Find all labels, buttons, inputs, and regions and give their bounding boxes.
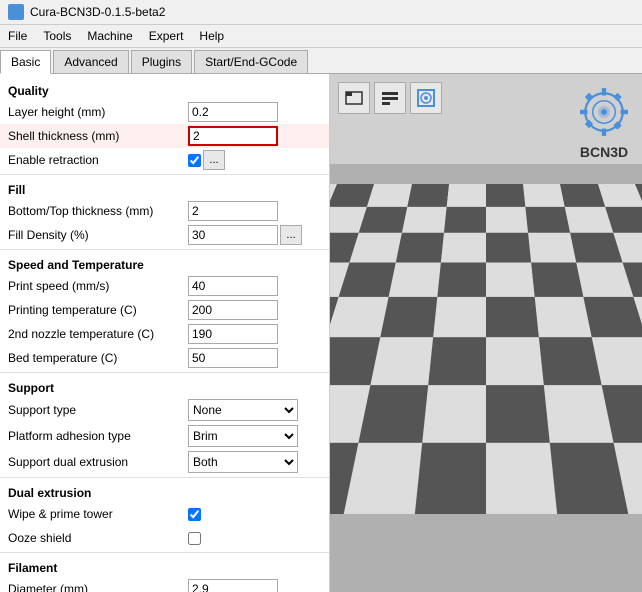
enable-retraction-row: Enable retraction ... [0, 148, 329, 172]
divider-5 [0, 552, 329, 553]
menu-bar: File Tools Machine Expert Help [0, 25, 642, 48]
logo-text: BCN3D [580, 144, 628, 160]
load-model-icon [344, 88, 364, 108]
support-dual-select[interactable]: Both First extruder Second extruder [188, 451, 298, 473]
divider-4 [0, 477, 329, 478]
app-icon [8, 4, 24, 20]
nozzle2-temp-row: 2nd nozzle temperature (C) [0, 322, 329, 346]
bottom-top-thickness-input[interactable] [188, 201, 278, 221]
bed-area [330, 164, 642, 592]
menu-expert[interactable]: Expert [141, 27, 192, 45]
support-dual-row: Support dual extrusion Both First extrud… [0, 449, 329, 475]
ooze-shield-checkbox[interactable] [188, 532, 201, 545]
support-dual-label: Support dual extrusion [8, 455, 188, 469]
fill-density-input[interactable] [188, 225, 278, 245]
checker-row [330, 337, 642, 385]
wipe-prime-label: Wipe & prime tower [8, 507, 188, 521]
checker-row [330, 385, 642, 443]
ooze-shield-label: Ooze shield [8, 531, 188, 545]
bed-temp-label: Bed temperature (C) [8, 351, 188, 365]
left-panel: Quality Layer height (mm) Shell thicknes… [0, 74, 330, 592]
ooze-shield-row: Ooze shield [0, 526, 329, 550]
menu-tools[interactable]: Tools [35, 27, 79, 45]
diameter-label: Diameter (mm) [8, 582, 188, 592]
bcn3d-logo-gear [574, 82, 634, 142]
printing-temp-label: Printing temperature (C) [8, 303, 188, 317]
tab-startend[interactable]: Start/End-GCode [194, 50, 308, 73]
title-bar: Cura-BCN3D-0.1.5-beta2 [0, 0, 642, 25]
platform-adhesion-row: Platform adhesion type None Brim Raft [0, 423, 329, 449]
menu-help[interactable]: Help [191, 27, 232, 45]
platform-adhesion-select[interactable]: None Brim Raft [188, 425, 298, 447]
checker-row [330, 262, 642, 296]
layer-height-label: Layer height (mm) [8, 105, 188, 119]
checker-row [330, 233, 642, 263]
fill-header: Fill [0, 177, 329, 199]
tab-bar: Basic Advanced Plugins Start/End-GCode [0, 48, 642, 74]
dual-extrusion-header: Dual extrusion [0, 480, 329, 502]
shell-thickness-label: Shell thickness (mm) [8, 129, 188, 143]
main-layout: Quality Layer height (mm) Shell thicknes… [0, 74, 642, 592]
checker-row [330, 443, 642, 514]
printing-temp-row: Printing temperature (C) [0, 298, 329, 322]
bed-temp-row: Bed temperature (C) [0, 346, 329, 370]
checker-table [330, 184, 642, 592]
tab-advanced[interactable]: Advanced [53, 50, 128, 73]
print-speed-input[interactable] [188, 276, 278, 296]
app-title: Cura-BCN3D-0.1.5-beta2 [30, 5, 165, 19]
checker-row [330, 207, 642, 233]
bottom-top-thickness-label: Bottom/Top thickness (mm) [8, 204, 188, 218]
load-model-button[interactable] [338, 82, 370, 114]
enable-retraction-label: Enable retraction [8, 153, 188, 167]
bed-temp-input[interactable] [188, 348, 278, 368]
print-speed-label: Print speed (mm/s) [8, 279, 188, 293]
view-mode-icon [416, 88, 436, 108]
fill-density-label: Fill Density (%) [8, 228, 188, 242]
right-panel: BCN3D [330, 74, 642, 592]
shell-thickness-input[interactable] [188, 126, 278, 146]
divider-1 [0, 174, 329, 175]
bottom-top-thickness-row: Bottom/Top thickness (mm) [0, 199, 329, 223]
checkerboard-bg [330, 164, 642, 592]
wipe-prime-row: Wipe & prime tower [0, 502, 329, 526]
nozzle2-temp-label: 2nd nozzle temperature (C) [8, 327, 188, 341]
fill-density-row: Fill Density (%) ... [0, 223, 329, 247]
view-mode-button[interactable] [410, 82, 442, 114]
wipe-prime-checkbox[interactable] [188, 508, 201, 521]
enable-retraction-checkbox[interactable] [188, 154, 201, 167]
speed-temp-header: Speed and Temperature [0, 252, 329, 274]
support-header: Support [0, 375, 329, 397]
toolbar [338, 82, 442, 114]
menu-file[interactable]: File [0, 27, 35, 45]
support-type-label: Support type [8, 403, 188, 417]
tab-basic[interactable]: Basic [0, 50, 51, 74]
tab-plugins[interactable]: Plugins [131, 50, 192, 73]
view-list-icon [380, 88, 400, 108]
platform-adhesion-label: Platform adhesion type [8, 429, 188, 443]
divider-3 [0, 372, 329, 373]
checker-row [330, 184, 642, 207]
logo-area: BCN3D [574, 82, 634, 160]
quality-header: Quality [0, 78, 329, 100]
print-speed-row: Print speed (mm/s) [0, 274, 329, 298]
diameter-input[interactable] [188, 579, 278, 592]
filament-header: Filament [0, 555, 329, 577]
fill-density-dots-button[interactable]: ... [280, 225, 302, 245]
support-type-select[interactable]: None Touching buildplate Everywhere [188, 399, 298, 421]
nozzle2-temp-input[interactable] [188, 324, 278, 344]
layer-height-input[interactable] [188, 102, 278, 122]
printing-temp-input[interactable] [188, 300, 278, 320]
divider-2 [0, 249, 329, 250]
checker-row [330, 297, 642, 337]
view-list-button[interactable] [374, 82, 406, 114]
retraction-dots-button[interactable]: ... [203, 150, 225, 170]
shell-thickness-row: Shell thickness (mm) [0, 124, 329, 148]
support-type-row: Support type None Touching buildplate Ev… [0, 397, 329, 423]
menu-machine[interactable]: Machine [79, 27, 140, 45]
layer-height-row: Layer height (mm) [0, 100, 329, 124]
